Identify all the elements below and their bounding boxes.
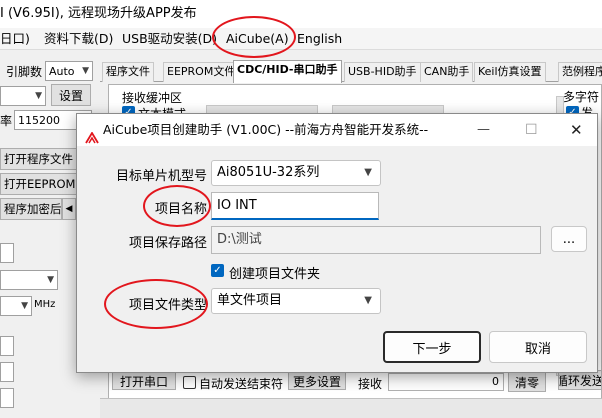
project-name-input[interactable]: IO INT [211, 192, 379, 220]
chevron-down-icon: ▼ [35, 91, 42, 101]
aicube-project-dialog: AiCube项目创建助手 (V1.00C) --前海方舟智能开发系统-- — ☐… [76, 113, 598, 373]
menu-bar: 日口) 资料下载(D) USB驱动安装(D) AiCube(A) English [0, 28, 602, 50]
project-type-value: 单文件项目 [217, 293, 283, 308]
frequency-select[interactable]: ▼ [0, 296, 32, 316]
baud-value: 115200 [18, 114, 60, 127]
open-eeprom-file-button[interactable]: 打开EEPROM文件 [0, 173, 78, 195]
recv-count-label: 接收 [358, 377, 383, 391]
tab-program-file[interactable]: 程序文件 [102, 62, 154, 82]
aicube-logo-icon [85, 124, 99, 144]
tab-eeprom-file[interactable]: EEPROM文件 [163, 62, 240, 82]
mhz-label: MHz [34, 299, 56, 310]
tab-can[interactable]: CAN助手 [420, 62, 474, 82]
tab-examples[interactable]: 范例程序 [558, 62, 602, 82]
pin-count-value: Auto [49, 65, 75, 78]
multi-string-label: 多字符 [563, 90, 600, 104]
project-name-label: 项目名称 [154, 202, 207, 217]
encrypt-program-button[interactable]: 程序加密后 [0, 198, 62, 220]
scroll-left-button[interactable]: ◀ [62, 198, 76, 220]
open-port-button[interactable]: 打开串口 [112, 372, 176, 390]
menu-item-english[interactable]: English [297, 28, 342, 50]
option-select-2[interactable]: ▼ [0, 270, 58, 290]
cancel-button[interactable]: 取消 [489, 331, 587, 363]
clear-count-button[interactable]: 清零 [508, 372, 546, 392]
tab-strip: 程序文件 EEPROM文件 CDC/HID-串口助手 USB-HID助手 CAN… [100, 60, 602, 83]
open-program-file-button[interactable]: 打开程序文件 [0, 148, 78, 170]
more-settings-button[interactable]: 更多设置 [288, 372, 346, 390]
tab-cdc-hid-serial[interactable]: CDC/HID-串口助手 [233, 60, 342, 83]
maximize-icon[interactable]: ☐ [525, 114, 538, 146]
tab-usb-hid[interactable]: USB-HID助手 [344, 62, 421, 82]
recv-buffer-label: 接收缓冲区 [122, 91, 183, 105]
settings-button[interactable]: 设置 [51, 84, 91, 106]
browse-button[interactable]: ... [551, 226, 587, 252]
pin-count-select[interactable]: Auto ▼ [45, 61, 93, 81]
menu-item-usb-driver[interactable]: USB驱动安装(D) [122, 28, 217, 50]
menu-item-aicube[interactable]: AiCube(A) [226, 28, 289, 50]
chevron-down-icon: ▼ [364, 295, 372, 306]
create-folder-checkbox[interactable]: ✓ [211, 264, 224, 277]
menu-item-downloads[interactable]: 资料下载(D) [44, 28, 113, 50]
project-type-select[interactable]: 单文件项目 ▼ [211, 288, 381, 314]
option-select-5[interactable] [0, 388, 14, 408]
window-title: I (V6.95I), 远程现场升级APP发布 [0, 6, 197, 21]
project-type-label: 项目文件类型 [128, 298, 207, 313]
save-path-field[interactable]: D:\测试 [211, 226, 541, 254]
auto-send-terminator-checkbox[interactable] [183, 376, 196, 389]
tab-keil-sim[interactable]: Keil仿真设置 [474, 62, 546, 82]
model-label: 目标单片机型号 [115, 169, 207, 184]
next-button[interactable]: 下一步 [383, 331, 481, 363]
bottom-strip [100, 398, 602, 418]
dialog-title: AiCube项目创建助手 (V1.00C) --前海方舟智能开发系统-- [103, 122, 429, 137]
port-select[interactable]: ▼ [0, 86, 46, 106]
option-select-1[interactable] [0, 243, 14, 263]
auto-send-terminator-label: 自动发送结束符 [199, 377, 284, 391]
loop-send-button[interactable]: 循环发送 [558, 370, 602, 390]
model-select[interactable]: Ai8051U-32系列 ▼ [211, 160, 381, 186]
option-select-3[interactable] [0, 336, 14, 356]
dialog-title-bar: AiCube项目创建助手 (V1.00C) --前海方舟智能开发系统-- — ☐… [77, 114, 597, 146]
option-select-4[interactable] [0, 362, 14, 382]
menu-item-port[interactable]: 日口) [0, 28, 30, 50]
minimize-icon[interactable]: — [477, 114, 490, 146]
chevron-down-icon: ▼ [47, 275, 54, 285]
save-path-label: 项目保存路径 [128, 236, 207, 251]
baud-label: 率 [0, 114, 13, 128]
create-folder-label: 创建项目文件夹 [229, 267, 321, 282]
pin-count-label: 引脚数 [6, 65, 43, 79]
chevron-down-icon: ▼ [364, 167, 372, 178]
recv-count-field: 0 [388, 373, 504, 391]
model-value: Ai8051U-32系列 [217, 165, 320, 180]
chevron-down-icon: ▼ [82, 66, 89, 76]
close-icon[interactable]: ✕ [570, 114, 583, 146]
chevron-down-icon: ▼ [21, 301, 28, 311]
window-title-bar: I (V6.95I), 远程现场升级APP发布 [0, 0, 602, 28]
